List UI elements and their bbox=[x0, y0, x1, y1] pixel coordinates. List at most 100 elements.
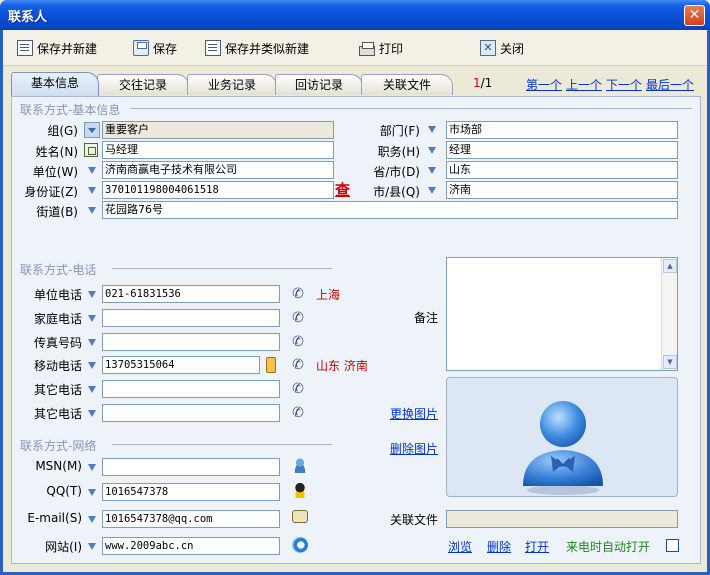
group-field[interactable]: 重要客户 bbox=[102, 121, 334, 139]
delete-file-link[interactable]: 删除 bbox=[487, 538, 511, 555]
scroll-up-arrow-icon[interactable]: ▲ bbox=[663, 259, 677, 273]
first-record-link[interactable]: 第一个 bbox=[526, 76, 562, 93]
work-phone-field[interactable]: 021-61831536 bbox=[102, 285, 280, 303]
email-label: E-mail(S) bbox=[27, 511, 82, 525]
change-photo-link[interactable]: 更换图片 bbox=[390, 405, 438, 422]
dial-phone-icon[interactable]: ✆ bbox=[290, 286, 306, 302]
linked-file-label: 关联文件 bbox=[389, 513, 438, 527]
id-card-label: 身份证(Z) bbox=[24, 185, 78, 199]
new-document-icon bbox=[17, 40, 33, 56]
open-file-link[interactable]: 打开 bbox=[525, 538, 549, 555]
default-person-icon bbox=[523, 401, 603, 495]
chevron-down-icon[interactable] bbox=[88, 516, 96, 523]
job-title-label: 职务(H) bbox=[377, 145, 420, 159]
status-bar bbox=[3, 568, 707, 572]
section-network-title: 联系方式-网络 bbox=[20, 439, 97, 453]
other-phone-field-2[interactable] bbox=[102, 404, 280, 422]
tab-interaction-records[interactable]: 交往记录 bbox=[97, 74, 189, 95]
window-close-button[interactable]: ✕ bbox=[684, 5, 705, 26]
name-field[interactable]: 马经理 bbox=[102, 141, 334, 159]
browser-icon[interactable] bbox=[292, 537, 308, 553]
tab-followup-records[interactable]: 回访记录 bbox=[275, 74, 363, 95]
email-envelope-icon[interactable] bbox=[292, 510, 308, 523]
phone-label: 其它电话 bbox=[33, 383, 82, 397]
save-new-button[interactable]: 保存并新建 bbox=[17, 39, 97, 57]
chevron-down-icon[interactable] bbox=[88, 339, 96, 346]
msn-icon[interactable] bbox=[292, 457, 308, 473]
save-button[interactable]: 保存 bbox=[133, 39, 177, 57]
title-bar[interactable]: 联系人 ✕ bbox=[0, 0, 710, 30]
chevron-down-icon[interactable] bbox=[88, 187, 96, 194]
section-divider bbox=[112, 268, 332, 269]
group-dropdown-button[interactable] bbox=[84, 122, 100, 138]
browse-link[interactable]: 浏览 bbox=[448, 538, 472, 555]
print-button[interactable]: 打印 bbox=[359, 39, 403, 57]
department-label: 部门(F) bbox=[379, 124, 420, 138]
chevron-down-icon[interactable] bbox=[428, 167, 436, 174]
other-phone-field[interactable] bbox=[102, 380, 280, 398]
scroll-down-arrow-icon[interactable]: ▼ bbox=[663, 355, 677, 369]
dial-phone-icon[interactable]: ✆ bbox=[290, 310, 306, 326]
chevron-down-icon[interactable] bbox=[88, 543, 96, 550]
chevron-down-icon[interactable] bbox=[88, 362, 96, 369]
chevron-down-icon[interactable] bbox=[428, 147, 436, 154]
chevron-down-icon[interactable] bbox=[88, 464, 96, 471]
chevron-down-icon[interactable] bbox=[88, 315, 96, 322]
last-record-link[interactable]: 最后一个 bbox=[646, 76, 694, 93]
chevron-down-icon[interactable] bbox=[88, 291, 96, 298]
dial-phone-icon[interactable]: ✆ bbox=[290, 357, 306, 373]
chevron-down-icon[interactable] bbox=[428, 187, 436, 194]
tab-linked-files[interactable]: 关联文件 bbox=[361, 74, 453, 95]
mobile-phone-icon[interactable] bbox=[266, 357, 276, 373]
company-field[interactable]: 济南商赢电子技术有限公司 bbox=[102, 161, 334, 179]
save-similar-button[interactable]: 保存并类似新建 bbox=[205, 39, 309, 57]
next-record-link[interactable]: 下一个 bbox=[606, 76, 642, 93]
id-card-field[interactable]: 370101198004061518 bbox=[102, 181, 334, 199]
delete-photo-link[interactable]: 删除图片 bbox=[390, 440, 438, 457]
dial-phone-icon[interactable]: ✆ bbox=[290, 381, 306, 397]
province-label: 省/市(D) bbox=[373, 165, 420, 179]
notes-scrollbar[interactable]: ▲ ▼ bbox=[661, 258, 677, 370]
province-field[interactable]: 山东 bbox=[446, 161, 678, 179]
dial-phone-icon[interactable]: ✆ bbox=[290, 334, 306, 350]
chevron-down-icon[interactable] bbox=[88, 207, 96, 214]
phone-label: 家庭电话 bbox=[33, 312, 82, 326]
save-similar-label: 保存并类似新建 bbox=[225, 41, 310, 56]
home-phone-field[interactable] bbox=[102, 309, 280, 327]
email-field[interactable]: 1016547378@qq.com bbox=[102, 510, 280, 528]
notes-textarea[interactable]: ▲ ▼ bbox=[446, 257, 678, 371]
fax-field[interactable] bbox=[102, 333, 280, 351]
tab-basic-info[interactable]: 基本信息 bbox=[11, 72, 99, 96]
street-field[interactable]: 花园路76号 bbox=[102, 201, 678, 219]
chevron-down-icon[interactable] bbox=[428, 126, 436, 133]
chevron-down-icon[interactable] bbox=[88, 386, 96, 393]
save-new-label: 保存并新建 bbox=[37, 41, 98, 56]
qq-penguin-icon[interactable] bbox=[292, 482, 308, 498]
chevron-down-icon[interactable] bbox=[88, 410, 96, 417]
qq-field[interactable]: 1016547378 bbox=[102, 483, 280, 501]
phone-label: 移动电话 bbox=[33, 359, 82, 373]
job-title-field[interactable]: 经理 bbox=[446, 141, 678, 159]
auto-open-checkbox[interactable] bbox=[666, 539, 679, 552]
phone-location: 上海 bbox=[316, 288, 341, 302]
website-label: 网站(I) bbox=[45, 540, 82, 554]
department-field[interactable]: 市场部 bbox=[446, 121, 678, 139]
printer-icon bbox=[359, 42, 375, 56]
linked-file-field[interactable] bbox=[446, 510, 678, 528]
mobile-phone-field[interactable]: 13705315064 bbox=[102, 356, 260, 374]
contact-card-icon[interactable] bbox=[84, 143, 98, 157]
dial-phone-icon[interactable]: ✆ bbox=[290, 405, 306, 421]
section-divider bbox=[112, 444, 332, 445]
chevron-down-icon[interactable] bbox=[88, 489, 96, 496]
msn-field[interactable] bbox=[102, 458, 280, 476]
basic-info-panel: 联系方式-基本信息 组(G) 重要客户 姓名(N) 马经理 单位(W) 济南商赢… bbox=[11, 96, 701, 564]
city-field[interactable]: 济南 bbox=[446, 181, 678, 199]
tab-business-records[interactable]: 业务记录 bbox=[187, 74, 277, 95]
group-label: 组(G) bbox=[47, 124, 78, 138]
notes-label: 备注 bbox=[413, 311, 438, 325]
chevron-down-icon[interactable] bbox=[88, 167, 96, 174]
prev-record-link[interactable]: 上一个 bbox=[566, 76, 602, 93]
copy-document-icon bbox=[205, 40, 221, 56]
website-field[interactable]: www.2009abc.cn bbox=[102, 537, 280, 555]
close-button[interactable]: ✕ 关闭 bbox=[480, 39, 524, 57]
